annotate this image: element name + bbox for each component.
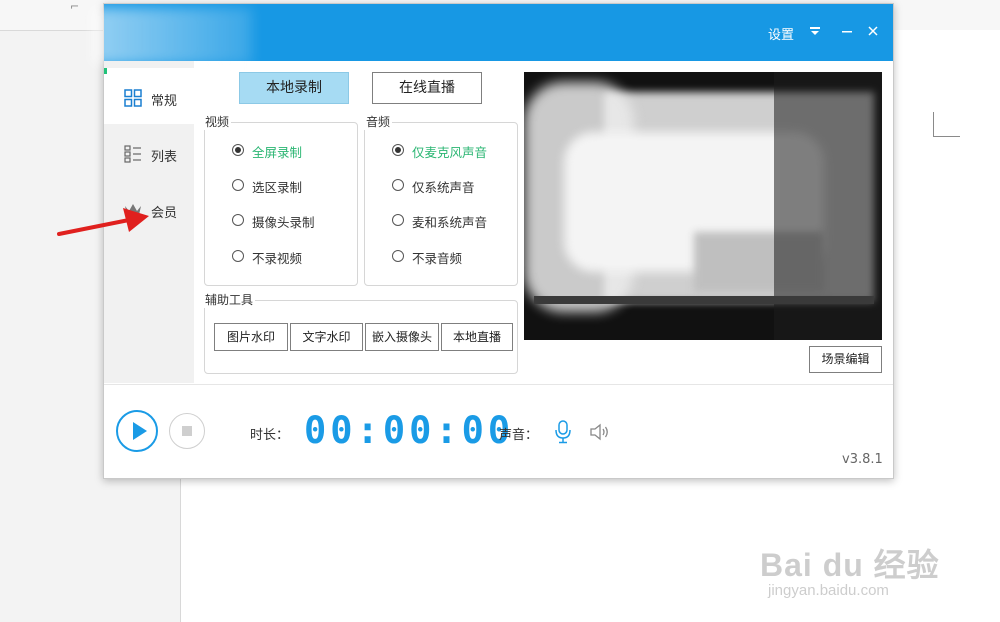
- recorder-window: 设置 常规 列表 会员 本地录制 在线直播 视频 全屏录制 选区录制 摄像头录制…: [92, 3, 894, 479]
- radio-button[interactable]: [392, 250, 404, 262]
- local-record-button[interactable]: 本地录制: [239, 72, 349, 104]
- play-button[interactable]: [116, 410, 158, 452]
- radio-button[interactable]: [392, 144, 404, 156]
- divider: [104, 384, 893, 385]
- tools-group-title: 辅助工具: [203, 291, 256, 308]
- online-live-button[interactable]: 在线直播: [372, 72, 482, 104]
- radio-button[interactable]: [232, 179, 244, 191]
- version-label: v3.8.1: [842, 452, 883, 467]
- watermark-brand: Bai du 经验: [760, 547, 940, 583]
- menu-icon[interactable]: [806, 21, 824, 41]
- radio-label: 麦和系统声音: [412, 215, 488, 230]
- radio-label: 仅系统声音: [412, 180, 475, 195]
- watermark-url: jingyan.baidu.com: [768, 582, 889, 599]
- radio-button[interactable]: [392, 179, 404, 191]
- duration-label: 时长：: [250, 428, 290, 443]
- blurred-app-title: [92, 8, 252, 64]
- title-bar[interactable]: 设置: [92, 4, 893, 64]
- radio-button[interactable]: [232, 214, 244, 226]
- audio-group-title: 音频: [364, 113, 393, 130]
- speaker-icon[interactable]: [589, 422, 611, 442]
- sound-label: 声音：: [499, 428, 539, 443]
- radio-button[interactable]: [232, 250, 244, 262]
- stop-button[interactable]: [169, 413, 205, 449]
- sidebar-item-label: 常规: [151, 94, 178, 109]
- baidu-jingyan-watermark: Bai du 经验 jingyan.baidu.com: [760, 540, 950, 610]
- radio-label: 选区录制: [252, 180, 303, 195]
- preview-area: [524, 72, 882, 340]
- grid-icon: [124, 89, 142, 107]
- radio-button[interactable]: [232, 144, 244, 156]
- sidebar-item-label: 会员: [151, 206, 178, 221]
- radio-label: 不录音频: [412, 251, 463, 266]
- minimize-icon[interactable]: [838, 21, 856, 41]
- background-corner-icon: ⌐: [70, 0, 80, 13]
- active-indicator: [104, 68, 107, 74]
- microphone-icon[interactable]: [553, 420, 573, 444]
- image-watermark-button[interactable]: 图片水印: [214, 323, 288, 351]
- radio-label: 不录视频: [252, 251, 303, 266]
- radio-label: 仅麦克风声音: [412, 145, 488, 160]
- sidebar-item-list[interactable]: 列表: [104, 124, 194, 180]
- local-live-button[interactable]: 本地直播: [441, 323, 513, 351]
- radio-label: 全屏录制: [252, 145, 303, 160]
- close-icon[interactable]: [864, 21, 882, 41]
- text-watermark-button[interactable]: 文字水印: [290, 323, 363, 351]
- scene-edit-button[interactable]: 场景编辑: [809, 346, 882, 373]
- radio-label: 摄像头录制: [252, 215, 315, 230]
- timer-display: 00:00:00: [304, 409, 515, 452]
- preview-taskbar: [534, 296, 874, 304]
- embed-camera-button[interactable]: 嵌入摄像头: [365, 323, 439, 351]
- video-group-title: 视频: [203, 113, 232, 130]
- radio-button[interactable]: [392, 214, 404, 226]
- red-arrow-annotation: [57, 208, 149, 236]
- page-margin-corner-marker: [933, 112, 960, 137]
- sidebar-item-label: 列表: [151, 150, 178, 165]
- sidebar-item-general[interactable]: 常规: [104, 68, 194, 124]
- settings-button[interactable]: 设置: [768, 24, 794, 43]
- list-icon: [124, 145, 141, 163]
